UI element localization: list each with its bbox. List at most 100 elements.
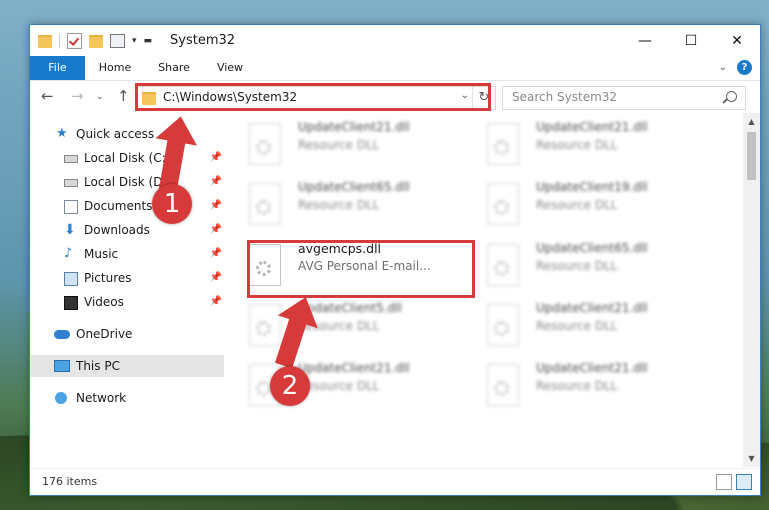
item-count: 176 items xyxy=(42,475,98,488)
cloud-icon xyxy=(54,330,70,339)
sidebar-item-videos[interactable]: Videos 📌 xyxy=(30,291,224,313)
dll-file-icon xyxy=(249,304,281,346)
file-description: Resource DLL xyxy=(536,319,618,333)
file-description: Resource DLL xyxy=(298,198,380,212)
dll-file-icon xyxy=(487,123,519,165)
pin-icon[interactable]: 📌 xyxy=(210,219,222,241)
dll-file-icon xyxy=(487,183,519,225)
documents-icon xyxy=(64,200,78,214)
maximize-icon[interactable]: ☐ xyxy=(668,25,714,56)
minimize-icon[interactable]: — xyxy=(622,25,668,56)
expand-ribbon-icon[interactable]: ⌄ xyxy=(719,62,727,73)
pin-icon[interactable]: 📌 xyxy=(210,147,222,169)
window-controls: — ☐ ✕ xyxy=(622,25,760,56)
dll-file-icon xyxy=(487,364,519,406)
tiles-view-icon[interactable] xyxy=(736,474,752,490)
sidebar-item-local-disk-c[interactable]: Local Disk (C:) 📌 xyxy=(30,147,224,169)
file-name: UpdateClient21.dll xyxy=(536,120,648,134)
window-title: System32 xyxy=(170,33,236,48)
file-name: UpdateClient65.dll xyxy=(298,180,410,194)
sidebar-item-this-pc[interactable]: This PC xyxy=(30,355,224,377)
tab-home[interactable]: Home xyxy=(93,56,137,80)
details-view-icon[interactable] xyxy=(716,474,732,490)
sidebar-item-label: Downloads xyxy=(84,223,150,237)
ribbon-right-controls: ⌄ ? xyxy=(719,60,752,75)
sidebar-item-downloads[interactable]: ⬇ Downloads 📌 xyxy=(30,219,224,241)
toolbar-dropdown-icon[interactable]: ▬ xyxy=(144,36,153,46)
new-folder-icon[interactable] xyxy=(89,34,103,48)
ribbon-tabs: File Home Share View ⌄ ? xyxy=(30,56,760,81)
step-1-badge: 1 xyxy=(152,184,192,224)
sidebar-item-network[interactable]: Network xyxy=(30,387,224,409)
sidebar-item-pictures[interactable]: Pictures 📌 xyxy=(30,267,224,289)
sidebar-item-label: OneDrive xyxy=(76,327,133,341)
quick-access-toolbar: ▾ ▬ xyxy=(38,32,152,50)
gear-icon xyxy=(256,381,271,396)
dll-file-icon xyxy=(249,123,281,165)
gear-icon xyxy=(494,381,509,396)
file-item[interactable]: UpdateClient21.dll Resource DLL xyxy=(465,356,691,412)
scrollbar-thumb[interactable] xyxy=(747,132,756,180)
file-item[interactable]: UpdateClient65.dll Resource DLL xyxy=(227,175,453,231)
back-arrow-icon[interactable]: ← xyxy=(41,87,54,105)
customize-toolbar-arrow-icon[interactable]: ▾ xyxy=(132,36,137,46)
file-name: UpdateClient21.dll xyxy=(298,120,410,134)
gear-icon xyxy=(256,321,271,336)
view-toggle xyxy=(716,474,752,490)
help-icon[interactable]: ? xyxy=(737,60,752,75)
pictures-icon xyxy=(64,272,78,286)
file-item[interactable]: UpdateClient5.dll Resource DLL xyxy=(227,296,453,352)
music-icon: ♪ xyxy=(64,246,73,261)
sidebar-item-documents[interactable]: Documents 📌 xyxy=(30,195,224,217)
forward-arrow-icon[interactable]: → xyxy=(71,87,84,105)
disk-icon xyxy=(64,155,78,163)
search-icon[interactable] xyxy=(726,91,737,102)
tab-view[interactable]: View xyxy=(208,56,252,80)
search-input[interactable]: Search System32 xyxy=(512,90,617,104)
pin-icon[interactable]: 📌 xyxy=(210,291,222,313)
vertical-scrollbar[interactable]: ▲ ▼ xyxy=(743,113,760,467)
file-item[interactable]: UpdateClient19.dll Resource DLL xyxy=(465,175,691,231)
file-description: Resource DLL xyxy=(536,259,618,273)
up-arrow-icon[interactable]: ↑ xyxy=(117,87,130,105)
file-item[interactable]: UpdateClient21.dll Resource DLL xyxy=(227,356,453,412)
pin-icon[interactable]: 📌 xyxy=(210,195,222,217)
toolbar-separator xyxy=(59,34,60,48)
file-highlight-box xyxy=(247,240,475,298)
file-item[interactable]: UpdateClient65.dll Resource DLL xyxy=(465,236,691,292)
pin-icon[interactable]: 📌 xyxy=(210,243,222,265)
status-bar: 176 items xyxy=(30,468,760,495)
sidebar-item-label: Local Disk (C:) xyxy=(84,151,171,165)
navigation-pane: ★ Quick access Local Disk (C:) 📌 Local D… xyxy=(30,117,226,467)
scroll-up-icon[interactable]: ▲ xyxy=(743,113,760,130)
gear-icon xyxy=(494,140,509,155)
file-item[interactable]: UpdateClient21.dll Resource DLL xyxy=(465,296,691,352)
close-icon[interactable]: ✕ xyxy=(714,25,760,56)
tab-share[interactable]: Share xyxy=(152,56,196,80)
file-item[interactable]: UpdateClient21.dll Resource DLL xyxy=(227,115,453,171)
scroll-down-icon[interactable]: ▼ xyxy=(743,450,760,467)
tab-file[interactable]: File xyxy=(30,56,85,80)
step-2-badge: 2 xyxy=(270,366,310,406)
gear-icon xyxy=(256,200,271,215)
sidebar-item-local-disk-d[interactable]: Local Disk (D:) 📌 xyxy=(30,171,224,193)
sidebar-item-onedrive[interactable]: OneDrive xyxy=(30,323,224,345)
file-item[interactable]: UpdateClient21.dll Resource DLL xyxy=(465,115,691,171)
star-icon: ★ xyxy=(56,126,68,141)
recent-locations-icon[interactable]: ⌄ xyxy=(96,92,104,102)
search-box[interactable]: Search System32 xyxy=(502,86,746,110)
properties-check-icon[interactable] xyxy=(67,33,82,49)
sidebar-item-music[interactable]: ♪ Music 📌 xyxy=(30,243,224,265)
sidebar-item-label: Pictures xyxy=(84,271,132,285)
pin-icon[interactable]: 📌 xyxy=(210,267,222,289)
file-name: UpdateClient65.dll xyxy=(536,241,648,255)
sidebar-item-label: Music xyxy=(84,247,119,261)
videos-icon xyxy=(64,296,78,310)
properties-icon[interactable] xyxy=(110,34,125,48)
dll-file-icon xyxy=(487,304,519,346)
sidebar-item-label: This PC xyxy=(76,359,120,373)
pin-icon[interactable]: 📌 xyxy=(210,171,222,193)
file-name: UpdateClient21.dll xyxy=(536,361,648,375)
file-description: Resource DLL xyxy=(298,138,380,152)
gear-icon xyxy=(256,140,271,155)
